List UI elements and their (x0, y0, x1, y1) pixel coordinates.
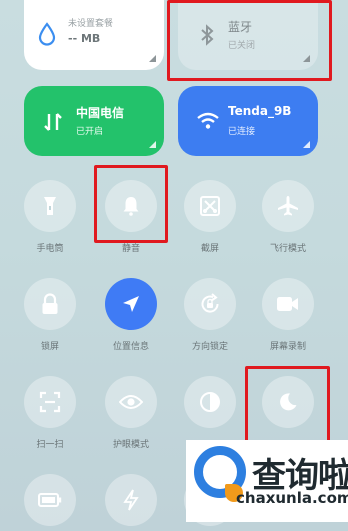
toggle-screen-record[interactable]: 屏幕录制 (258, 278, 318, 358)
toggle-eye-care[interactable]: 护眼模式 (101, 376, 161, 456)
toggle-performance[interactable] (101, 474, 161, 531)
airplane-icon (278, 196, 298, 216)
data-usage-tile[interactable]: 未设置套餐 -- MB (24, 0, 164, 70)
data-usage-value: -- MB (68, 32, 101, 45)
wifi-tile[interactable]: Tenda_9B 已连接 (178, 86, 318, 156)
toggle-lock-screen[interactable]: 锁屏 (20, 278, 80, 358)
toggle-screenshot[interactable]: 截屏 (180, 180, 240, 260)
mobile-carrier-title: 中国电信 (76, 106, 125, 120)
toggle-scan[interactable]: 扫一扫 (20, 376, 80, 456)
highlight-box-bluetooth (167, 0, 332, 81)
location-icon (123, 296, 139, 312)
contrast-icon (200, 392, 220, 412)
eye-icon (119, 395, 143, 409)
toggle-screen-record-button[interactable] (262, 278, 314, 330)
toggle-flashlight-button[interactable] (24, 180, 76, 232)
toggle-label: 飞行模式 (269, 244, 306, 254)
scan-icon (39, 391, 61, 413)
data-transfer-icon (44, 113, 62, 131)
video-camera-icon (277, 297, 298, 311)
mobile-data-tile[interactable]: 中国电信 已开启 (24, 86, 164, 156)
highlight-box-dark-mode (245, 366, 330, 451)
lightning-icon (123, 489, 139, 511)
wifi-ssid: Tenda_9B (228, 104, 292, 118)
toggle-airplane-button[interactable] (262, 180, 314, 232)
expand-corner-icon (149, 55, 156, 62)
highlight-box-mute (94, 165, 168, 243)
toggle-location[interactable]: 位置信息 (101, 278, 161, 358)
expand-corner-icon (303, 141, 310, 148)
toggle-label: 护眼模式 (112, 440, 149, 450)
lock-icon (42, 293, 58, 314)
wifi-status: 已连接 (228, 127, 256, 137)
toggle-label: 扫一扫 (36, 440, 64, 450)
water-drop-icon (38, 22, 56, 46)
toggle-battery-saver[interactable] (20, 474, 80, 531)
data-usage-title: 未设置套餐 (68, 19, 114, 29)
toggle-airplane[interactable]: 飞行模式 (258, 180, 318, 260)
toggle-label: 位置信息 (112, 342, 149, 352)
toggle-screenshot-button[interactable] (184, 180, 236, 232)
toggle-scan-button[interactable] (24, 376, 76, 428)
flashlight-icon (44, 197, 56, 215)
watermark-url: chaxunla.com (236, 489, 348, 507)
toggle-performance-button[interactable] (105, 474, 157, 526)
mobile-data-status: 已开启 (76, 127, 104, 137)
toggle-battery-saver-button[interactable] (24, 474, 76, 526)
toggle-rotation-lock-button[interactable] (184, 278, 236, 330)
expand-corner-icon (149, 141, 156, 148)
toggle-flashlight[interactable]: 手电筒 (20, 180, 80, 260)
toggle-label: 截屏 (200, 244, 219, 254)
toggle-eye-care-button[interactable] (105, 376, 157, 428)
toggle-lock-screen-button[interactable] (24, 278, 76, 330)
battery-icon (38, 493, 62, 507)
toggle-label: 方向锁定 (191, 342, 228, 352)
toggle-contrast-button[interactable] (184, 376, 236, 428)
toggle-label: 手电筒 (36, 244, 64, 254)
toggle-location-button[interactable] (105, 278, 157, 330)
rotation-lock-icon (201, 293, 219, 313)
screenshot-icon (200, 196, 220, 216)
toggle-label: 锁屏 (40, 342, 59, 352)
toggle-label: 屏幕录制 (269, 342, 306, 352)
wifi-icon (197, 112, 219, 129)
toggle-rotation-lock[interactable]: 方向锁定 (180, 278, 240, 358)
